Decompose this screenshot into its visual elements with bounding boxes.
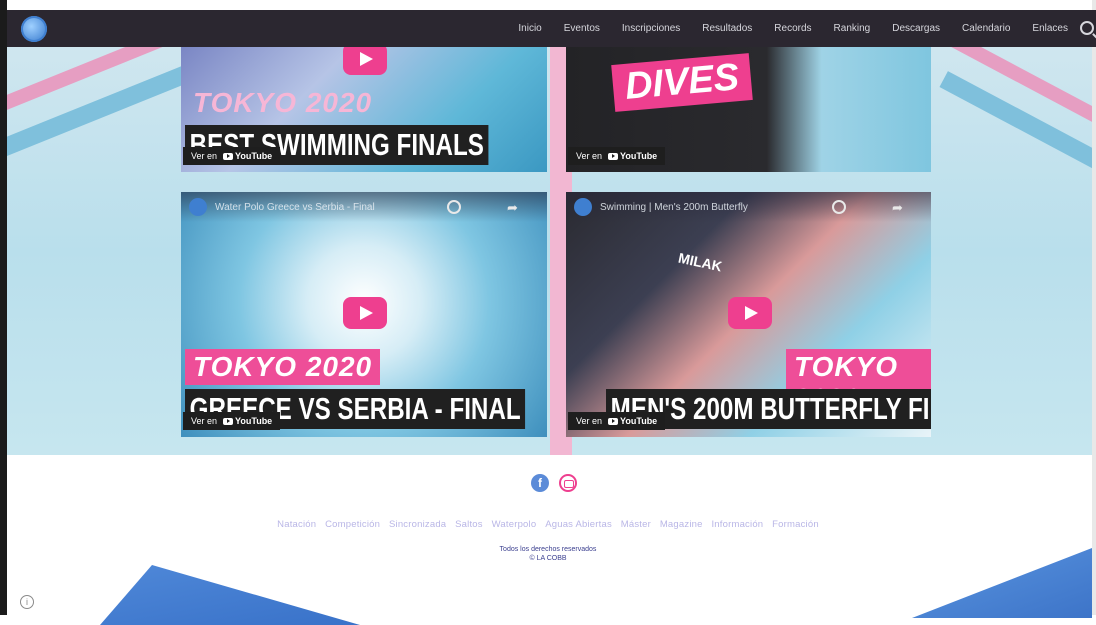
footer-link[interactable]: Sincronizada (389, 519, 446, 530)
watch-on-youtube[interactable]: Ver en YouTube (568, 412, 666, 430)
video-gallery: TOKYO 2020 BEST SWIMMING FINALS Ver en Y… (7, 47, 1092, 455)
copyright: Todos los derechos reservados © LA COBB (0, 545, 1096, 563)
play-button[interactable] (343, 47, 387, 75)
facebook-icon[interactable]: f (531, 474, 549, 492)
footer-link[interactable]: Magazine (660, 519, 703, 530)
footer-link[interactable]: Waterpolo (492, 519, 537, 530)
nav-item-eventos[interactable]: Eventos (564, 23, 600, 34)
share-icon[interactable]: ➦ (507, 200, 518, 216)
play-button[interactable] (728, 297, 772, 329)
decor-band (7, 64, 192, 168)
tokyo-badge: TOKYO 2020 (193, 87, 373, 118)
search-icon[interactable] (1080, 21, 1094, 35)
nav-item-enlaces[interactable]: Enlaces (1032, 23, 1068, 34)
nav-item-inscripciones[interactable]: Inscripciones (622, 23, 680, 34)
nav-item-records[interactable]: Records (774, 23, 811, 34)
video-topbar: Water Polo Greece vs Serbia - Final (181, 192, 547, 222)
nav-item-ranking[interactable]: Ranking (834, 23, 871, 34)
watch-on-label: Ver en (191, 416, 218, 426)
video-card-200m-butterfly[interactable]: Swimming | Men's 200m Butterfly ➦ MILAK … (566, 192, 931, 437)
channel-video-title[interactable]: Water Polo Greece vs Serbia - Final (215, 202, 375, 213)
watch-on-label: Ver en (191, 151, 218, 161)
copyright-line: Todos los derechos reservados (499, 546, 597, 553)
video-card-swimming-finals[interactable]: TOKYO 2020 BEST SWIMMING FINALS Ver en Y… (181, 47, 547, 172)
watch-on-youtube[interactable]: Ver en YouTube (183, 412, 281, 430)
youtube-label: YouTube (620, 416, 658, 426)
watch-on-youtube[interactable]: Ver en YouTube (568, 147, 666, 165)
video-card-greece-serbia[interactable]: Water Polo Greece vs Serbia - Final ➦ TO… (181, 192, 547, 437)
watch-on-youtube[interactable]: Ver en YouTube (183, 147, 281, 165)
nav-item-calendario[interactable]: Calendario (962, 23, 1010, 34)
share-icon[interactable]: ➦ (892, 200, 903, 216)
info-icon[interactable]: i (20, 595, 34, 609)
footer-link[interactable]: Información (711, 519, 763, 530)
footer-wave-left (100, 565, 360, 625)
footer-link[interactable]: Saltos (455, 519, 483, 530)
youtube-label: YouTube (620, 151, 658, 161)
footer-links: Natación Competición Sincronizada Saltos… (0, 519, 1096, 530)
youtube-logo-icon: YouTube (608, 151, 657, 161)
watch-later-icon[interactable] (832, 200, 846, 214)
youtube-label: YouTube (235, 151, 273, 161)
site-logo-icon[interactable] (21, 16, 47, 42)
youtube-logo-icon: YouTube (223, 151, 272, 161)
footer-link[interactable]: Competición (325, 519, 380, 530)
copyright-line: © LA COBB (529, 555, 567, 562)
nav-item-descargas[interactable]: Descargas (892, 23, 940, 34)
video-card-dives[interactable]: DIVES Ver en YouTube (566, 47, 931, 172)
nav-item-inicio[interactable]: Inicio (518, 23, 541, 34)
watch-on-label: Ver en (576, 416, 603, 426)
nav-item-resultados[interactable]: Resultados (702, 23, 752, 34)
watch-later-icon[interactable] (447, 200, 461, 214)
tv-icon[interactable] (559, 474, 577, 492)
youtube-logo-icon: YouTube (608, 416, 657, 426)
footer-link[interactable]: Aguas Abiertas (545, 519, 612, 530)
footer-link[interactable]: Formación (772, 519, 819, 530)
video-topbar: Swimming | Men's 200m Butterfly (566, 192, 931, 222)
footer-link[interactable]: Máster (621, 519, 651, 530)
main-menu: Inicio Eventos Inscripciones Resultados … (518, 10, 1068, 47)
decor-band (939, 71, 1092, 181)
watch-on-label: Ver en (576, 151, 603, 161)
youtube-label: YouTube (235, 416, 273, 426)
play-button[interactable] (343, 297, 387, 329)
youtube-logo-icon: YouTube (223, 416, 272, 426)
footer-link[interactable]: Natación (277, 519, 316, 530)
social-links: f (531, 474, 577, 492)
channel-video-title[interactable]: Swimming | Men's 200m Butterfly (600, 202, 748, 213)
top-navigation: Inicio Eventos Inscripciones Resultados … (7, 10, 1096, 47)
channel-avatar-icon[interactable] (574, 198, 592, 216)
channel-avatar-icon[interactable] (189, 198, 207, 216)
tokyo-badge: TOKYO 2020 (185, 349, 381, 385)
